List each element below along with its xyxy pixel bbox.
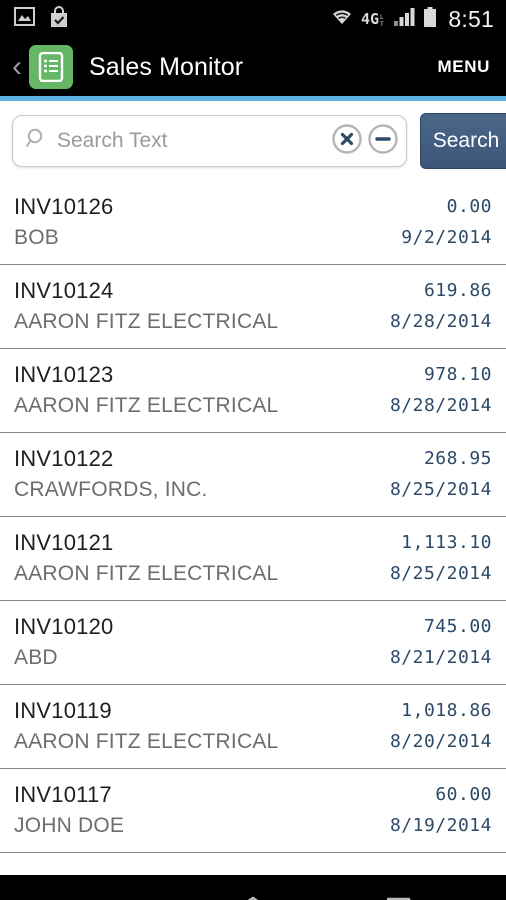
svg-text:L: L: [380, 14, 384, 21]
invoice-date: 8/25/2014: [389, 479, 492, 500]
invoice-number: INV10122: [14, 446, 114, 471]
status-bar-left-icons: [14, 5, 69, 33]
search-input[interactable]: [57, 129, 328, 153]
table-row[interactable]: INV10121 AARON FITZ ELECTRICAL 1,113.10 …: [0, 517, 506, 601]
invoice-number: INV10117: [14, 782, 112, 807]
invoice-date: 8/19/2014: [389, 815, 492, 836]
invoice-amount: 0.00: [446, 196, 492, 217]
invoice-list[interactable]: INV10126 BOB 0.00 9/2/2014 INV10124 AARO…: [0, 181, 506, 875]
row-secondary: 0.00 9/2/2014: [401, 191, 492, 253]
invoice-number: INV10126: [14, 194, 114, 219]
table-row[interactable]: INV10124 AARON FITZ ELECTRICAL 619.86 8/…: [0, 265, 506, 349]
search-icon: [25, 127, 49, 156]
search-button[interactable]: Search: [420, 113, 506, 169]
svg-text:4G: 4G: [361, 10, 379, 28]
status-bar-clock: 8:51: [448, 5, 494, 32]
status-bar-right-icons: 4G L T 8:51: [330, 5, 494, 32]
invoice-amount: 60.00: [435, 784, 492, 805]
invoice-amount: 619.86: [423, 280, 492, 301]
4g-lte-icon: 4G L T: [361, 10, 387, 29]
back-chevron-icon[interactable]: ‹: [6, 52, 28, 82]
customer-name: AARON FITZ ELECTRICAL: [14, 730, 279, 753]
customer-name: AARON FITZ ELECTRICAL: [14, 394, 279, 417]
customer-name: BOB: [14, 226, 59, 249]
invoice-number: INV10123: [14, 362, 114, 387]
invoice-amount: 1,018.86: [401, 700, 492, 721]
menu-button[interactable]: MENU: [438, 57, 506, 77]
invoice-number: INV10124: [14, 278, 114, 303]
invoice-date: 8/20/2014: [389, 731, 492, 752]
invoice-number: INV10120: [14, 614, 114, 639]
minus-circle-icon[interactable]: [366, 122, 400, 161]
svg-text:T: T: [380, 21, 384, 28]
invoice-amount: 1,113.10: [401, 532, 492, 553]
invoice-date: 8/25/2014: [389, 563, 492, 584]
row-primary: INV10123 AARON FITZ ELECTRICAL: [14, 359, 278, 421]
recent-apps-icon[interactable]: [355, 884, 435, 900]
row-secondary: 745.00 8/21/2014: [390, 611, 492, 673]
page-title: Sales Monitor: [89, 52, 244, 81]
search-field-container[interactable]: [12, 115, 407, 167]
row-secondary: 268.95 8/25/2014: [390, 443, 492, 505]
invoice-amount: 745.00: [423, 616, 492, 637]
table-row[interactable]: INV10119 AARON FITZ ELECTRICAL 1,018.86 …: [0, 685, 506, 769]
table-row[interactable]: INV10120 ABD 745.00 8/21/2014: [0, 601, 506, 685]
customer-name: CRAWFORDS, INC.: [14, 478, 208, 501]
home-icon[interactable]: [213, 884, 293, 900]
invoice-amount: 268.95: [423, 448, 492, 469]
customer-name: JOHN DOE: [14, 814, 125, 837]
customer-name: ABD: [14, 646, 58, 669]
invoice-date: 8/21/2014: [389, 647, 492, 668]
signal-bars-icon: [394, 7, 416, 31]
photo-icon: [14, 7, 35, 31]
table-row[interactable]: INV10126 BOB 0.00 9/2/2014: [0, 181, 506, 265]
row-secondary: 1,113.10 8/25/2014: [390, 527, 492, 589]
invoice-amount: 978.10: [423, 364, 492, 385]
phone-screen: 4G L T 8:51 ‹ Sales Monitor MENU Search …: [0, 0, 506, 900]
row-primary: INV10120 ABD: [14, 611, 113, 673]
invoice-date: 8/28/2014: [389, 395, 492, 416]
sales-document-icon: [38, 52, 64, 82]
row-secondary: 619.86 8/28/2014: [390, 275, 492, 337]
invoice-number: INV10121: [14, 530, 114, 555]
search-bar: Search: [0, 101, 506, 181]
app-icon[interactable]: [29, 45, 73, 89]
wifi-icon: [330, 7, 354, 31]
app-header: ‹ Sales Monitor MENU: [0, 38, 506, 96]
battery-icon: [423, 6, 437, 32]
row-primary: INV10121 AARON FITZ ELECTRICAL: [14, 527, 278, 589]
row-secondary: 978.10 8/28/2014: [390, 359, 492, 421]
android-navigation-bar: [0, 875, 506, 900]
table-row[interactable]: INV10123 AARON FITZ ELECTRICAL 978.10 8/…: [0, 349, 506, 433]
play-store-bag-icon: [49, 5, 69, 33]
row-primary: INV10124 AARON FITZ ELECTRICAL: [14, 275, 278, 337]
row-secondary: 60.00 8/19/2014: [390, 779, 492, 841]
status-bar: 4G L T 8:51: [0, 0, 506, 38]
row-primary: INV10122 CRAWFORDS, INC.: [14, 443, 208, 505]
row-primary: INV10117 JOHN DOE: [14, 779, 124, 841]
customer-name: AARON FITZ ELECTRICAL: [14, 562, 279, 585]
invoice-date: 8/28/2014: [389, 311, 492, 332]
row-secondary: 1,018.86 8/20/2014: [390, 695, 492, 757]
row-primary: INV10126 BOB: [14, 191, 113, 253]
table-row[interactable]: INV10117 JOHN DOE 60.00 8/19/2014: [0, 769, 506, 853]
row-primary: INV10119 AARON FITZ ELECTRICAL: [14, 695, 278, 757]
invoice-number: INV10119: [14, 698, 112, 723]
invoice-date: 9/2/2014: [401, 227, 492, 248]
table-row[interactable]: INV10122 CRAWFORDS, INC. 268.95 8/25/201…: [0, 433, 506, 517]
clear-x-icon[interactable]: [330, 122, 364, 161]
customer-name: AARON FITZ ELECTRICAL: [14, 310, 279, 333]
back-arrow-icon[interactable]: [71, 884, 151, 900]
